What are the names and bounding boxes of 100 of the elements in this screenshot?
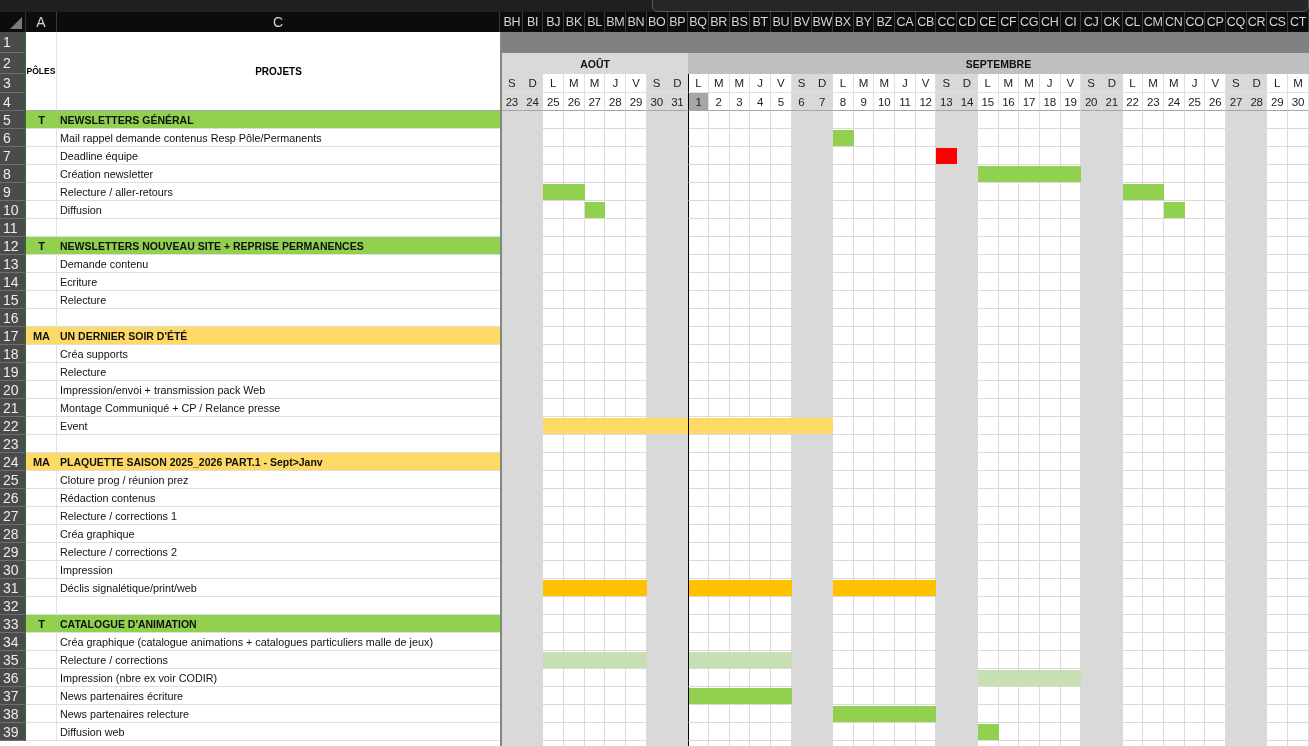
column-header[interactable]: BZ: [874, 12, 896, 32]
table-cell-text: Montage Communiqué + CP / Relance presse: [59, 401, 282, 416]
column-header[interactable]: CC: [936, 12, 958, 32]
row-number[interactable]: 1: [0, 32, 26, 53]
column-header[interactable]: BS: [729, 12, 751, 32]
column-header[interactable]: BI: [522, 12, 544, 32]
row-number[interactable]: 20: [0, 381, 26, 399]
day-cell: 30: [646, 93, 668, 111]
table-cell-text: Relecture / corrections: [59, 653, 169, 668]
row-number[interactable]: 5: [0, 111, 26, 129]
table-cell-text: Cloture prog / réunion prez: [59, 473, 190, 488]
row-number[interactable]: 36: [0, 669, 26, 687]
row-number[interactable]: 3: [0, 74, 26, 93]
column-header[interactable]: C: [57, 12, 500, 32]
day-cell: 2: [708, 93, 730, 111]
row-number[interactable]: 27: [0, 507, 26, 525]
row-number[interactable]: 2: [0, 53, 26, 74]
row-number[interactable]: 17: [0, 327, 26, 345]
column-header[interactable]: CK: [1101, 12, 1123, 32]
column-header[interactable]: CP: [1205, 12, 1227, 32]
day-cell: 28: [605, 93, 627, 111]
formula-bar-field[interactable]: [652, 0, 1309, 12]
column-header[interactable]: CG: [1019, 12, 1040, 32]
day-cell: 3: [729, 93, 751, 111]
row-number[interactable]: 18: [0, 345, 26, 363]
column-header[interactable]: CO: [1184, 12, 1206, 32]
column-header[interactable]: CT: [1288, 12, 1309, 32]
column-header[interactable]: CQ: [1226, 12, 1247, 32]
row-number[interactable]: 22: [0, 417, 26, 435]
row-number[interactable]: 4: [0, 93, 26, 111]
row-number[interactable]: 35: [0, 651, 26, 669]
column-header[interactable]: BR: [708, 12, 730, 32]
column-header[interactable]: CL: [1122, 12, 1144, 32]
column-header[interactable]: CH: [1039, 12, 1061, 32]
row-number[interactable]: 38: [0, 705, 26, 723]
row-number[interactable]: 30: [0, 561, 26, 579]
day-cell: 22: [1122, 93, 1144, 111]
row-number[interactable]: 31: [0, 579, 26, 597]
table-cell-text: News partenaires écriture: [59, 689, 184, 704]
column-header[interactable]: CI: [1060, 12, 1082, 32]
row-number[interactable]: 33: [0, 615, 26, 633]
row-number[interactable]: 8: [0, 165, 26, 183]
day-cell: 20: [1081, 93, 1102, 111]
column-header[interactable]: BT: [750, 12, 771, 32]
row-number[interactable]: 13: [0, 255, 26, 273]
row-number[interactable]: 15: [0, 291, 26, 309]
day-cell: 28: [1246, 93, 1268, 111]
column-header[interactable]: BQ: [688, 12, 709, 32]
weekday-cell: D: [1246, 74, 1268, 93]
row-number[interactable]: 39: [0, 723, 26, 741]
row-number[interactable]: 32: [0, 597, 26, 615]
row-number[interactable]: 34: [0, 633, 26, 651]
column-header[interactable]: CJ: [1081, 12, 1102, 32]
row-number[interactable]: 21: [0, 399, 26, 417]
row-number[interactable]: 10: [0, 201, 26, 219]
column-header[interactable]: BM: [605, 12, 627, 32]
row-number[interactable]: 29: [0, 543, 26, 561]
column-header[interactable]: BO: [646, 12, 668, 32]
column-header[interactable]: BJ: [543, 12, 565, 32]
column-header[interactable]: A: [26, 12, 57, 32]
column-header[interactable]: BP: [667, 12, 689, 32]
row-number[interactable]: 25: [0, 471, 26, 489]
column-header[interactable]: CD: [957, 12, 978, 32]
column-header[interactable]: CB: [915, 12, 937, 32]
weekday-cell: D: [1101, 74, 1123, 93]
column-header[interactable]: BY: [853, 12, 875, 32]
column-header[interactable]: CR: [1246, 12, 1268, 32]
table-cell: MA: [26, 453, 57, 470]
column-header[interactable]: BW: [812, 12, 833, 32]
row-number[interactable]: 37: [0, 687, 26, 705]
column-header[interactable]: BH: [502, 12, 523, 32]
column-header[interactable]: BX: [833, 12, 854, 32]
column-header[interactable]: BN: [626, 12, 647, 32]
row-number[interactable]: 14: [0, 273, 26, 291]
row-number[interactable]: 12: [0, 237, 26, 255]
row-number[interactable]: 24: [0, 453, 26, 471]
row-number[interactable]: 9: [0, 183, 26, 201]
table-cell-text: Créa supports: [59, 347, 129, 362]
column-header[interactable]: CM: [1143, 12, 1164, 32]
column-header[interactable]: CS: [1267, 12, 1289, 32]
select-all-button[interactable]: [0, 12, 26, 32]
column-header[interactable]: CA: [895, 12, 916, 32]
column-header[interactable]: BV: [791, 12, 813, 32]
row-number[interactable]: 26: [0, 489, 26, 507]
day-cell: 15: [977, 93, 999, 111]
column-header[interactable]: CE: [977, 12, 999, 32]
column-header[interactable]: BK: [564, 12, 585, 32]
row-number[interactable]: 19: [0, 363, 26, 381]
column-header[interactable]: BU: [770, 12, 792, 32]
weekday-cell: J: [1039, 74, 1061, 93]
column-header[interactable]: BL: [584, 12, 606, 32]
column-header[interactable]: CN: [1164, 12, 1185, 32]
row-number[interactable]: 7: [0, 147, 26, 165]
row-number[interactable]: 23: [0, 435, 26, 453]
row-number[interactable]: 16: [0, 309, 26, 327]
row-number[interactable]: 6: [0, 129, 26, 147]
day-cell: 16: [998, 93, 1020, 111]
row-number[interactable]: 11: [0, 219, 26, 237]
row-number[interactable]: 28: [0, 525, 26, 543]
column-header[interactable]: CF: [998, 12, 1020, 32]
